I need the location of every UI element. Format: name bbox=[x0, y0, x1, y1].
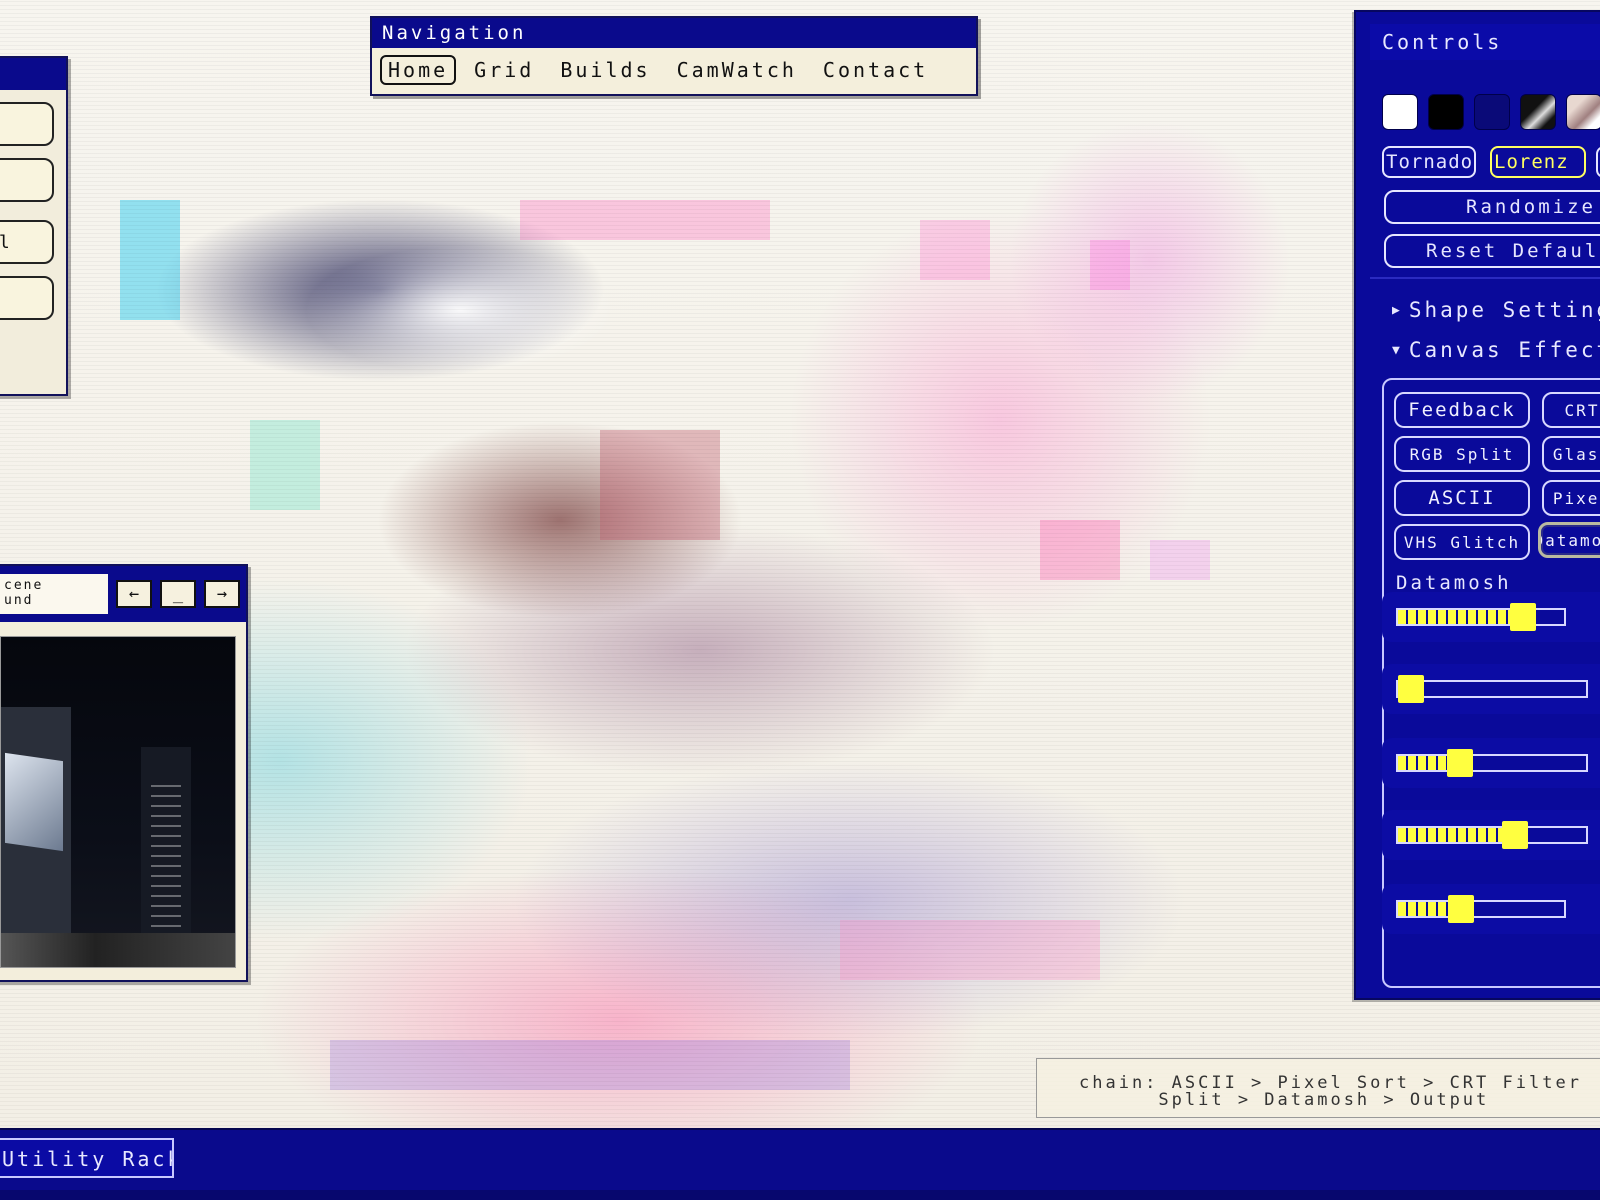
reset-defaults-button[interactable]: Reset Defaults bbox=[1384, 234, 1600, 268]
effect-crt-button[interactable]: CRT bbox=[1542, 392, 1600, 428]
left-window-button-2[interactable] bbox=[0, 158, 54, 202]
taskbar-tab-utility-rack[interactable]: Utility Rack bbox=[0, 1138, 174, 1178]
slider-fill bbox=[1398, 610, 1523, 624]
effect-feedback-button[interactable]: Feedback bbox=[1394, 392, 1530, 428]
navigation-links: Home Grid Builds CamWatch Contact bbox=[372, 48, 976, 92]
slider-thumb[interactable] bbox=[1510, 603, 1536, 631]
section-canvas-effects[interactable]: ▼Canvas Effects bbox=[1392, 338, 1600, 362]
panel-divider bbox=[1370, 277, 1600, 279]
color-swatch[interactable] bbox=[1566, 94, 1600, 130]
left-window-button-3[interactable]: al bbox=[0, 220, 54, 264]
slider-thumb[interactable] bbox=[1447, 749, 1473, 777]
nav-link-builds[interactable]: Builds bbox=[552, 55, 658, 85]
color-swatch[interactable] bbox=[1520, 94, 1556, 130]
datamosh-slider[interactable] bbox=[1396, 603, 1566, 631]
effect-glass-button[interactable]: Glass bbox=[1542, 436, 1600, 472]
datamosh-param-label: Datamosh bbox=[1396, 572, 1512, 594]
caret-right-icon: ▶ bbox=[1392, 303, 1403, 318]
left-window: al bbox=[0, 56, 68, 396]
preset-lorenz-button[interactable]: Lorenz bbox=[1490, 146, 1586, 178]
color-swatch[interactable] bbox=[1382, 94, 1418, 130]
tower-lights bbox=[151, 777, 181, 957]
preset-third-button[interactable]: E bbox=[1596, 146, 1600, 178]
navigation-window: Navigation Home Grid Builds CamWatch Con… bbox=[370, 16, 978, 96]
billboard-shape bbox=[5, 752, 63, 852]
controls-panel: Controls Tornado Lorenz E Randomize Rese… bbox=[1354, 10, 1600, 1000]
slider-thumb[interactable] bbox=[1448, 895, 1474, 923]
nav-link-grid[interactable]: Grid bbox=[466, 55, 542, 85]
left-window-titlebar[interactable] bbox=[0, 58, 66, 90]
next-arrow-icon[interactable]: → bbox=[204, 580, 240, 608]
effect-pixel-button[interactable]: Pixel bbox=[1542, 480, 1600, 516]
effect-vhs-glitch-button[interactable]: VHS Glitch bbox=[1394, 524, 1530, 560]
effect-rgb-split-button[interactable]: RGB Split bbox=[1394, 436, 1530, 472]
effect-ascii-button[interactable]: ASCII bbox=[1394, 480, 1530, 516]
preset-tornado-button[interactable]: Tornado bbox=[1382, 146, 1476, 178]
minimize-icon[interactable]: _ bbox=[160, 580, 196, 608]
camera-feed bbox=[0, 636, 236, 968]
left-window-button-1[interactable] bbox=[0, 102, 54, 146]
prev-arrow-icon[interactable]: ← bbox=[116, 580, 152, 608]
camwatch-titlebar[interactable]: cene und ← _ → bbox=[0, 566, 246, 622]
nav-link-camwatch[interactable]: CamWatch bbox=[669, 55, 805, 85]
slider-thumb[interactable] bbox=[1502, 821, 1528, 849]
caret-down-icon: ▼ bbox=[1392, 343, 1403, 358]
taskbar-strip bbox=[0, 1190, 1600, 1200]
slider-thumb[interactable] bbox=[1398, 675, 1424, 703]
color-swatch[interactable] bbox=[1428, 94, 1464, 130]
nav-link-contact[interactable]: Contact bbox=[815, 55, 936, 85]
camwatch-window: cene und ← _ → bbox=[0, 564, 248, 982]
color-swatch[interactable] bbox=[1474, 94, 1510, 130]
slider-fill bbox=[1398, 828, 1515, 842]
scene-label: cene und bbox=[0, 574, 108, 614]
section-shape-settings[interactable]: ▶Shape Settings bbox=[1392, 298, 1600, 322]
datamosh-slider[interactable] bbox=[1396, 821, 1588, 849]
nav-link-home[interactable]: Home bbox=[380, 55, 457, 85]
street-lights bbox=[1, 933, 235, 967]
effect-datamosh-button[interactable]: Datamosh bbox=[1538, 522, 1600, 558]
navigation-title: Navigation bbox=[372, 18, 976, 48]
datamosh-slider[interactable] bbox=[1396, 749, 1588, 777]
datamosh-slider[interactable] bbox=[1396, 895, 1566, 923]
taskbar: Utility Rack bbox=[0, 1128, 1600, 1200]
randomize-button[interactable]: Randomize bbox=[1384, 190, 1600, 224]
datamosh-slider[interactable] bbox=[1396, 675, 1588, 703]
effect-chain-readout: chain: ASCII > Pixel Sort > CRT Filter S… bbox=[1036, 1058, 1600, 1118]
controls-title: Controls bbox=[1370, 24, 1600, 60]
left-window-button-4[interactable] bbox=[0, 276, 54, 320]
